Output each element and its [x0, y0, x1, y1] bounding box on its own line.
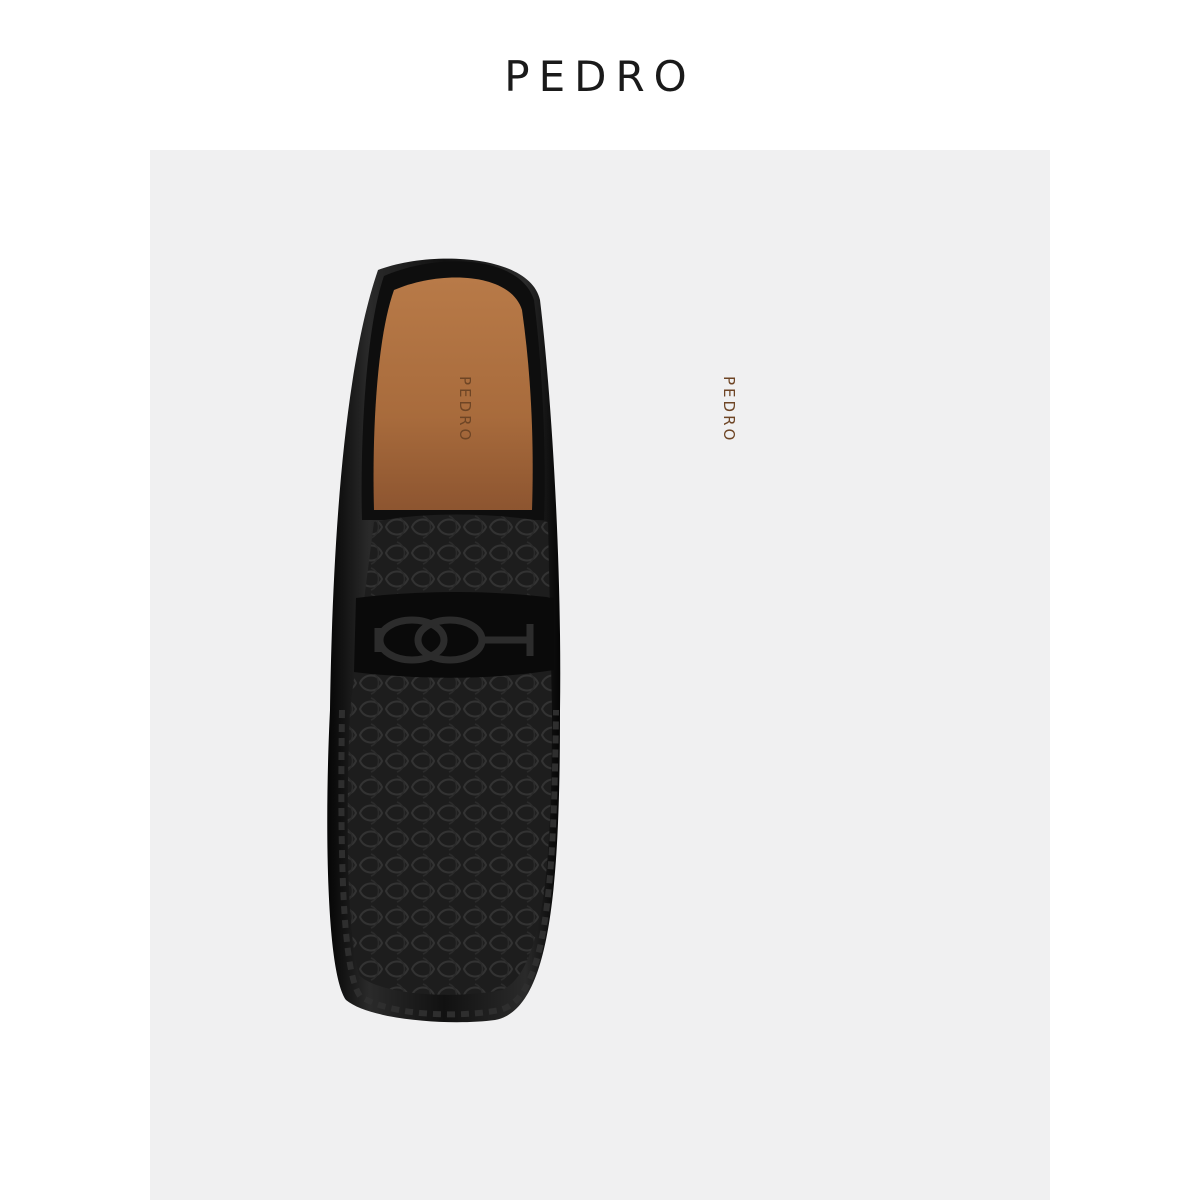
product-photo: PEDRO PEDRO [150, 150, 1050, 1200]
brand-logo: PEDRO [504, 52, 696, 101]
insole-brand-left: PEDRO [456, 376, 474, 444]
shoe-pair-illustration [327, 258, 561, 1023]
left-shoe [327, 258, 561, 1023]
insole-brand-right: PEDRO [720, 376, 738, 444]
